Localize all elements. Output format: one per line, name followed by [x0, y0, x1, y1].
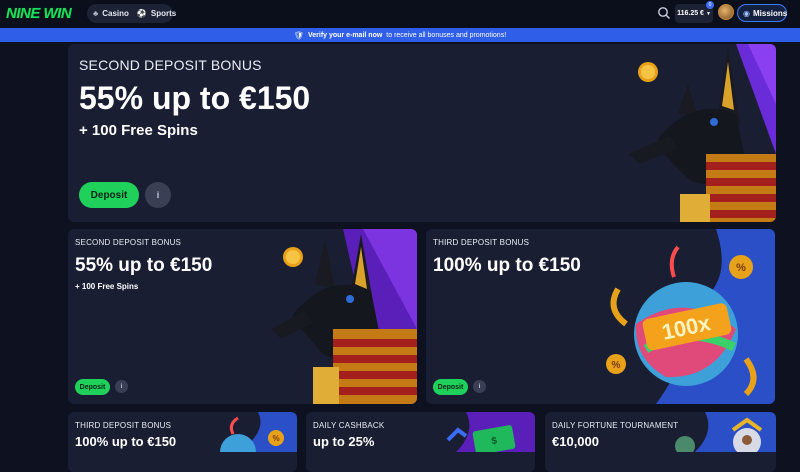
- card-headline: 100% up to €150: [75, 434, 177, 449]
- sports-icon: ⚽: [136, 9, 147, 18]
- verify-text: to receive all bonuses and promotions!: [386, 31, 507, 39]
- hero-sub: + 100 Free Spins: [79, 122, 198, 139]
- hero-headline: 55% up to €150: [79, 80, 311, 116]
- third-deposit-card[interactable]: THIRD DEPOSIT BONUS 100% up to €150 Depo…: [426, 229, 775, 404]
- avatar[interactable]: [718, 4, 734, 20]
- shield-check-icon: 🛡: [293, 30, 304, 40]
- hero-info-button[interactable]: i: [145, 182, 171, 208]
- card-headline: 55% up to €150: [75, 255, 213, 276]
- missions-button[interactable]: ◉ Missions: [737, 4, 787, 22]
- verify-link[interactable]: Verify your e-mail now: [308, 32, 382, 39]
- second-deposit-card[interactable]: SECOND DEPOSIT BONUS 55% up to €150 + 10…: [68, 229, 417, 404]
- chevron-down-icon: ▼: [705, 10, 711, 17]
- anubis-illustration: [628, 44, 776, 222]
- gamepad-icon: ◉: [743, 8, 750, 18]
- balance-badge: 0: [706, 1, 714, 9]
- daily-cashback-card[interactable]: DAILY CASHBACK up to 25% $: [306, 412, 535, 472]
- anubis-illustration: [271, 229, 417, 404]
- card-headline: 100% up to €150: [433, 255, 581, 276]
- hero-bonus-card[interactable]: SECOND DEPOSIT BONUS 55% up to €150 + 10…: [68, 44, 776, 222]
- third-deposit-card-small[interactable]: THIRD DEPOSIT BONUS 100% up to €150 %: [68, 412, 297, 472]
- top-header: NINE WIN ♣ Casino ⚽ Sports 116.25 € ▼ 0 …: [0, 0, 800, 28]
- card-label: DAILY CASHBACK: [313, 421, 385, 430]
- bomb-illustration: %: [220, 412, 297, 452]
- nine-win-logo[interactable]: NINE WIN: [6, 5, 72, 22]
- card-info-button[interactable]: i: [115, 380, 128, 393]
- card-headline: €10,000: [552, 434, 599, 449]
- svg-text:%: %: [272, 434, 279, 443]
- card-headline: up to 25%: [313, 434, 375, 449]
- card-sub: + 100 Free Spins: [75, 282, 139, 291]
- missions-label: Missions: [752, 8, 788, 18]
- card-label: THIRD DEPOSIT BONUS: [75, 421, 172, 430]
- daily-fortune-tournament-card[interactable]: DAILY FORTUNE TOURNAMENT €10,000: [545, 412, 776, 472]
- search-icon[interactable]: [657, 6, 671, 20]
- hero-label: SECOND DEPOSIT BONUS: [79, 57, 262, 73]
- card-label: THIRD DEPOSIT BONUS: [433, 238, 530, 247]
- cashback-illustration: $: [446, 412, 535, 452]
- bomb-100x-illustration: % 100x %: [606, 229, 775, 404]
- card-deposit-button[interactable]: Deposit: [433, 379, 468, 395]
- hero-deposit-button[interactable]: Deposit: [79, 182, 139, 208]
- nav-casino[interactable]: Casino: [102, 9, 129, 18]
- balance-value: 116.25 €: [677, 10, 704, 17]
- nav-switcher: ♣ Casino ⚽ Sports: [87, 4, 176, 23]
- verify-email-banner[interactable]: 🛡 Verify your e-mail now to receive all …: [0, 28, 800, 42]
- card-info-button[interactable]: i: [473, 380, 486, 393]
- nav-sports[interactable]: Sports: [151, 9, 176, 18]
- card-label: SECOND DEPOSIT BONUS: [75, 238, 182, 247]
- svg-text:%: %: [612, 360, 621, 371]
- svg-text:%: %: [736, 262, 746, 274]
- casino-icon: ♣: [93, 9, 99, 18]
- card-deposit-button[interactable]: Deposit: [75, 379, 110, 395]
- zeus-illustration: [675, 412, 776, 452]
